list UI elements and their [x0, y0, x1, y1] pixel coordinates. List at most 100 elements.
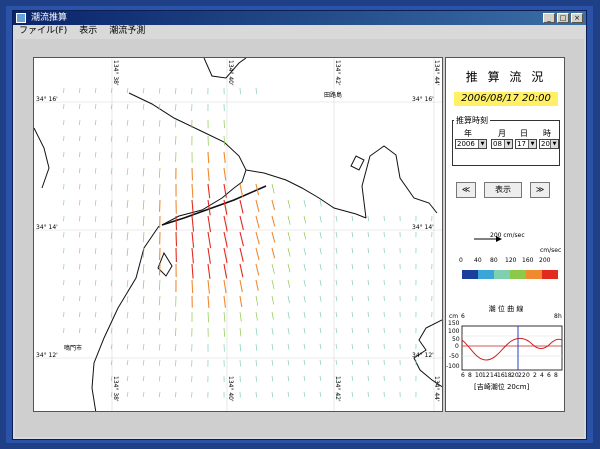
current-vector	[351, 359, 354, 365]
current-vector	[239, 247, 244, 262]
current-vector	[239, 215, 244, 231]
current-vector	[79, 327, 81, 334]
current-vector	[142, 231, 145, 243]
current-vector	[175, 343, 177, 352]
current-vector	[159, 183, 161, 195]
current-vector	[158, 295, 161, 306]
current-vector	[255, 295, 259, 306]
current-vector	[351, 247, 354, 254]
current-vector	[79, 103, 81, 110]
current-vector	[142, 295, 145, 304]
current-vector	[142, 263, 145, 274]
current-vector	[367, 295, 369, 302]
current-vector	[255, 327, 258, 336]
current-vector	[335, 279, 338, 286]
current-vector	[287, 231, 291, 241]
current-vector	[351, 279, 354, 286]
menu-view[interactable]: 表示	[79, 25, 97, 38]
current-vector	[223, 311, 226, 323]
current-vector	[175, 391, 177, 398]
current-vector	[126, 343, 129, 350]
menu-bar: ファイル(F) 表示 潮流予測	[13, 25, 586, 38]
current-vector	[79, 215, 81, 222]
current-vectors	[63, 87, 433, 398]
current-vector	[239, 343, 242, 352]
current-vector	[142, 199, 145, 210]
tide-y-tick: 150	[448, 320, 460, 327]
tide-caption: [吉崎潮位 20cm]	[474, 383, 530, 391]
tide-plot-frame	[461, 325, 563, 371]
title-bar[interactable]: 潮流推算 _ □ ×	[13, 11, 586, 25]
current-vector	[94, 199, 97, 206]
current-vector	[271, 391, 274, 398]
current-vector	[158, 119, 161, 127]
current-vector	[79, 151, 81, 158]
tide-y-tick: 0	[455, 343, 459, 350]
current-vector	[207, 183, 211, 199]
current-vector	[142, 87, 145, 94]
current-vector	[142, 135, 145, 143]
current-vector	[367, 215, 369, 222]
current-vector	[191, 215, 195, 232]
current-vector	[191, 279, 194, 294]
current-map[interactable]: 34° 16' 34° 14' 34° 12' 34° 16' 34° 14' …	[33, 57, 443, 412]
coast-north-cape	[203, 58, 247, 79]
window-title: 潮流推算	[31, 13, 68, 23]
current-vector	[271, 279, 275, 290]
close-button[interactable]: ×	[571, 13, 583, 23]
current-vector	[319, 215, 322, 223]
current-vector	[142, 103, 145, 110]
current-vector	[303, 343, 306, 350]
current-vector	[255, 359, 258, 367]
current-vector	[207, 247, 211, 264]
current-vector	[303, 231, 307, 240]
lon-label-40-top: 134° 40'	[227, 60, 234, 86]
minimize-button[interactable]: _	[543, 13, 555, 23]
current-vector	[319, 279, 322, 286]
current-vector	[142, 183, 145, 194]
current-vector	[94, 87, 97, 93]
current-vector	[207, 263, 211, 279]
current-vector	[126, 327, 129, 334]
current-vector	[94, 151, 97, 158]
legend-swatch	[462, 270, 478, 279]
tide-x-tick: 6	[461, 372, 465, 379]
current-vector	[79, 311, 81, 318]
current-vector	[255, 375, 257, 382]
current-vector	[79, 231, 81, 238]
legend-swatch	[494, 270, 510, 279]
tide-x-tick: 22	[518, 372, 526, 379]
current-vector	[303, 263, 306, 272]
current-vector	[79, 279, 81, 286]
current-vector	[367, 247, 369, 254]
current-vector	[223, 295, 227, 308]
tide-x-unit: h	[558, 313, 562, 320]
current-vector	[303, 359, 306, 366]
lon-label-40-bottom: 134° 40'	[227, 376, 234, 402]
current-vector	[94, 247, 97, 254]
maximize-button[interactable]: □	[557, 13, 569, 23]
current-vector	[271, 183, 275, 194]
current-vector	[94, 231, 97, 239]
current-vector	[158, 343, 161, 351]
legend-tick: 160	[522, 257, 534, 264]
current-vector	[319, 295, 322, 302]
lon-label-44-top: 134° 44'	[433, 60, 440, 86]
tide-y-unit: cm	[449, 313, 459, 320]
current-vector	[367, 231, 369, 238]
current-vector	[287, 359, 290, 366]
current-vector	[142, 359, 145, 366]
menu-tide-forecast[interactable]: 潮流予測	[109, 25, 145, 38]
current-vector	[142, 119, 145, 127]
current-vector	[175, 359, 177, 367]
menu-file[interactable]: ファイル(F)	[19, 25, 67, 38]
current-vector	[207, 215, 212, 233]
current-vector	[79, 135, 81, 142]
current-vector	[175, 135, 177, 145]
current-vector	[142, 391, 145, 398]
current-vector	[191, 183, 194, 198]
current-vector	[239, 183, 244, 197]
current-vector	[239, 295, 243, 307]
current-vector	[79, 263, 81, 270]
scale-label: 200 cm/sec	[490, 232, 525, 239]
